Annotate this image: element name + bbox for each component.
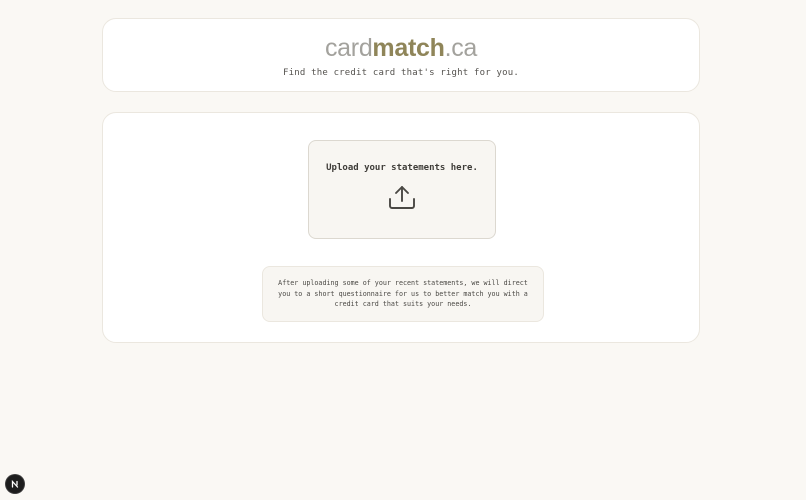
logo-bold: match [372,34,445,62]
upload-icon [389,186,415,209]
upload-dropzone[interactable]: Upload your statements here. [308,140,496,239]
upload-label: Upload your statements here. [326,163,478,173]
logo[interactable]: cardmatch.ca [103,33,699,63]
nextjs-logo-icon [11,479,19,488]
tagline: Find the credit card that's right for yo… [283,68,519,78]
header-card: cardmatch.ca Find the credit card that's… [102,18,700,92]
nextjs-dev-badge[interactable] [6,475,24,493]
logo-suffix: .ca [444,34,478,62]
main-card: Upload your statements here. After uploa… [102,112,700,343]
logo-prefix: card [324,34,373,62]
info-box: After uploading some of your recent stat… [262,266,544,322]
